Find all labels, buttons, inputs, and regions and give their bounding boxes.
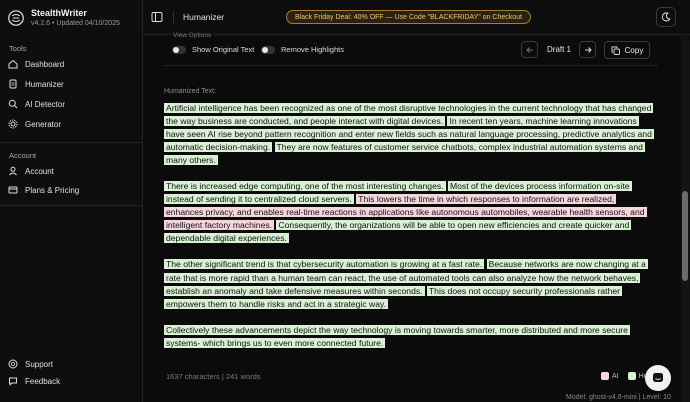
- scrollbar-thumb[interactable]: [682, 191, 688, 281]
- copy-label: Copy: [624, 45, 644, 55]
- app-version: v4.2.6 • Updated 04/10/2025: [31, 20, 120, 27]
- output-controls: View Options Show Original Text Remove H…: [163, 32, 658, 66]
- legend-ai-label: AI: [612, 372, 619, 380]
- search-icon: [8, 99, 18, 109]
- human-sentence[interactable]: There is increased edge computing, one o…: [164, 181, 446, 192]
- output-paragraph: There is increased edge computing, one o…: [164, 180, 652, 245]
- sidebar-item-plans[interactable]: Plans & Pricing: [8, 182, 79, 198]
- humanized-text-output[interactable]: Artificial intelligence has been recogni…: [164, 102, 654, 363]
- sidebar-divider: [0, 205, 143, 206]
- topbar: Humanizer Black Friday Deal: 40% OFF — U…: [143, 0, 690, 35]
- home-icon: [8, 59, 18, 69]
- sidebar-item-account[interactable]: Account: [8, 163, 54, 179]
- legend-ai-swatch: [601, 372, 609, 380]
- view-options-label: View Options: [173, 32, 212, 39]
- tools-heading: Tools: [9, 44, 27, 53]
- user-icon: [8, 166, 18, 176]
- page-title: Humanizer: [183, 12, 225, 22]
- next-draft-button[interactable]: [579, 41, 596, 58]
- sidebar-item-generator[interactable]: Generator: [8, 116, 61, 132]
- draft-label: Draft 1: [547, 45, 572, 54]
- text-stats: 1637 characters | 241 words: [166, 372, 261, 381]
- sidebar-item-support[interactable]: Support: [8, 356, 53, 372]
- account-heading: Account: [9, 151, 37, 160]
- promo-banner[interactable]: Black Friday Deal: 40% OFF — Use Code "B…: [286, 10, 531, 24]
- sidebar-item-label: AI Detector: [25, 99, 66, 109]
- sidebar-item-dashboard[interactable]: Dashboard: [8, 56, 64, 72]
- sidebar-item-label: Support: [25, 359, 54, 369]
- help-icon: [8, 359, 18, 369]
- show-original-toggle[interactable]: [172, 46, 186, 54]
- arrow-left-icon: [525, 46, 533, 53]
- sidebar-item-label: Plans & Pricing: [25, 185, 80, 195]
- highlight-legend: AI Hu: [601, 372, 648, 380]
- remove-highlights-toggle[interactable]: [261, 46, 275, 54]
- arrow-right-icon: [584, 46, 592, 53]
- output-paragraph: Artificial intelligence has been recogni…: [164, 102, 654, 167]
- copy-icon: [611, 46, 620, 55]
- chat-button[interactable]: [645, 365, 671, 391]
- topbar-divider: [173, 11, 174, 23]
- output-paragraph: The other significant trend is that cybe…: [164, 258, 652, 310]
- document-icon: [8, 79, 18, 89]
- card-icon: [8, 185, 18, 195]
- sidebar-item-feedback[interactable]: Feedback: [8, 373, 60, 389]
- human-sentence[interactable]: Collectively these advancements depict t…: [164, 324, 630, 348]
- sidebar-item-ai-detector[interactable]: AI Detector: [8, 96, 65, 112]
- sidebar-item-label: Account: [25, 166, 54, 176]
- theme-toggle-button[interactable]: [656, 7, 676, 27]
- prev-draft-button[interactable]: [521, 41, 538, 58]
- chat-icon: [653, 373, 663, 382]
- sidebar-item-label: Dashboard: [25, 59, 65, 69]
- sidebar-divider: [0, 142, 143, 143]
- app-name: StealthWriter: [31, 8, 87, 18]
- sidebar-toggle-icon[interactable]: [151, 11, 163, 23]
- logo-icon: [8, 10, 24, 26]
- remove-highlights-label: Remove Highlights: [281, 45, 344, 54]
- legend-human-swatch: [627, 372, 636, 380]
- model-info: Model: ghost-v4.6-mini | Level: 10: [566, 394, 671, 401]
- feedback-icon: [8, 376, 18, 386]
- human-sentence[interactable]: The other significant trend is that cybe…: [164, 259, 485, 270]
- sidebar-item-label: Generator: [25, 119, 62, 129]
- output-paragraph: Collectively these advancements depict t…: [164, 324, 652, 350]
- moon-icon: [661, 12, 671, 22]
- sidebar-item-humanizer[interactable]: Humanizer: [8, 76, 64, 92]
- show-original-label: Show Original Text: [192, 45, 255, 54]
- sidebar-item-label: Feedback: [25, 376, 61, 386]
- humanized-text-label: Humanized Text:: [164, 88, 217, 95]
- sidebar-item-label: Humanizer: [25, 79, 64, 89]
- gear-icon: [8, 119, 18, 129]
- copy-button[interactable]: Copy: [604, 41, 650, 59]
- brand[interactable]: StealthWriter v4.2.6 • Updated 04/10/202…: [8, 8, 120, 29]
- sidebar: StealthWriter v4.2.6 • Updated 04/10/202…: [0, 0, 143, 402]
